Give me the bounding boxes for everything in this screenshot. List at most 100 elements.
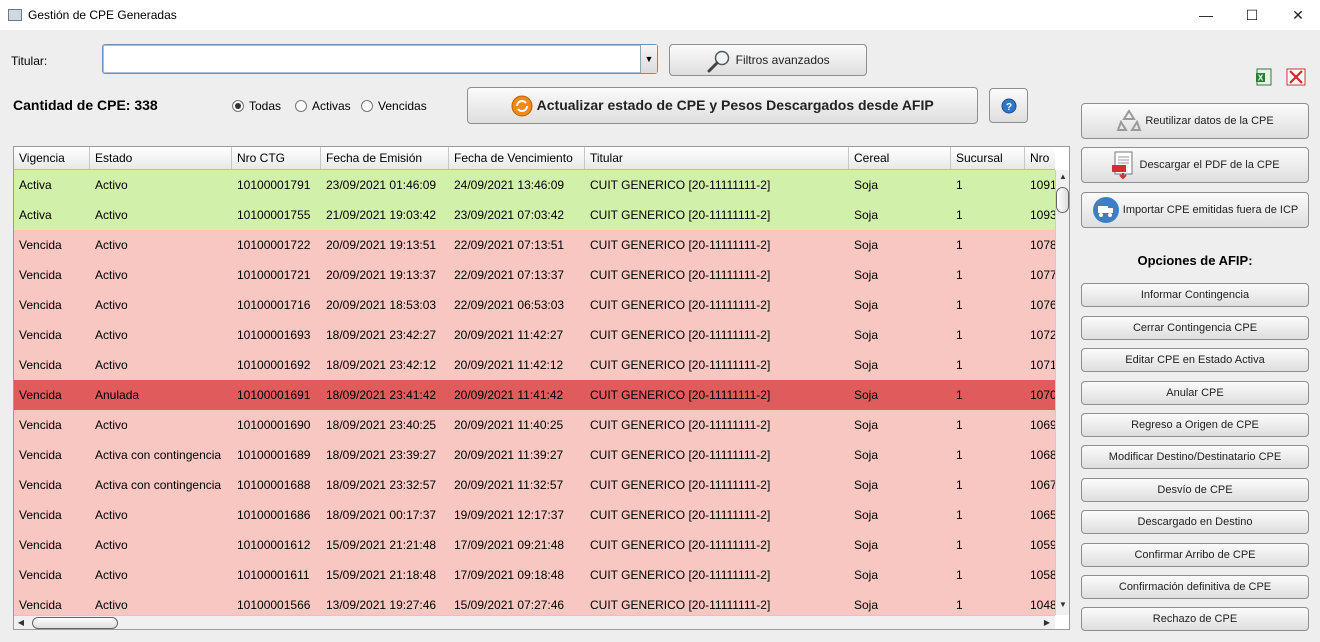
table-row[interactable]: Vencida Anulada 10100001691 18/09/2021 23:4… [14,380,1055,410]
table-cell: 1067 [1030,478,1055,492]
scroll-up-icon[interactable]: ▲ [1056,170,1069,184]
afip-option-button[interactable]: Desvío de CPE [1081,478,1309,502]
table-row[interactable]: Vencida Activo 10100001686 18/09/2021 00:17… [14,500,1055,530]
table-cell: CUIT GENERICO [20-11111111-2] [590,208,771,222]
table-cell: CUIT GENERICO [20-11111111-2] [590,478,771,492]
table-cell: Soja [854,388,879,402]
radio-dot[interactable] [295,100,307,112]
table-row[interactable]: Vencida Activo 10100001690 18/09/2021 23:40… [14,410,1055,440]
table-row[interactable]: Vencida Activo 10100001692 18/09/2021 23:42… [14,350,1055,380]
table-cell: Anulada [95,388,140,402]
table-cell: 18/09/2021 23:40:25 [326,418,437,432]
advanced-filters-button[interactable]: Filtros avanzados [669,44,867,76]
afip-option-button[interactable]: Confirmación definitiva de CPE [1081,575,1309,599]
minimize-button[interactable]: — [1183,0,1229,30]
table-cell: Activo [95,358,128,372]
table-cell: 1093 [1030,208,1055,222]
table-row[interactable]: Vencida Activo 10100001693 18/09/2021 23:42… [14,320,1055,350]
table-cell: Vencida [19,268,62,282]
table-cell: 1078 [1030,238,1055,252]
table-cell: 1072 [1030,328,1055,342]
table-cell: Activo [95,298,128,312]
table-cell: 1 [956,388,963,402]
table-cell: 22/09/2021 06:53:03 [454,298,565,312]
afip-option-button[interactable]: Regreso a Origen de CPE [1081,413,1309,437]
afip-option-button[interactable]: Modificar Destino/Destinatario CPE [1081,445,1309,469]
close-icon[interactable] [1286,68,1306,86]
column-header[interactable]: Cereal [849,147,951,169]
table-cell: 20/09/2021 11:41:42 [454,388,564,402]
titular-combobox[interactable]: ▼ [102,44,658,74]
maximize-button[interactable]: ☐ [1229,0,1275,30]
table-row[interactable]: Vencida Activo 10100001612 15/09/2021 21:21… [14,530,1055,560]
table-cell: Soja [854,448,879,462]
vertical-scrollbar[interactable]: ▲ ▼ [1055,170,1069,615]
column-header[interactable]: Estado [90,147,232,169]
radio-activas[interactable]: Activas [295,99,351,113]
table-cell: 18/09/2021 23:41:42 [326,388,437,402]
table-cell: 15/09/2021 21:21:48 [326,538,437,552]
table-cell: 23/09/2021 01:46:09 [326,178,437,192]
table-cell: 10100001716 [237,298,311,312]
table-cell: Soja [854,298,879,312]
table-cell: 1069 [1030,418,1055,432]
download-pdf-button[interactable]: Descargar el PDF de la CPE [1081,147,1309,183]
cpe-table[interactable]: Vigencia Estado Nro CTG Fecha de Emisión… [13,146,1070,630]
column-header[interactable]: Fecha de Vencimiento [449,147,585,169]
table-cell: CUIT GENERICO [20-11111111-2] [590,358,771,372]
table-cell: 10100001690 [237,418,311,432]
import-cpe-button[interactable]: Importar CPE emitidas fuera de ICP [1081,192,1309,228]
afip-option-button[interactable]: Cerrar Contingencia CPE [1081,316,1309,340]
scroll-down-icon[interactable]: ▼ [1056,598,1069,612]
close-window-button[interactable]: ✕ [1275,0,1320,30]
update-afip-button[interactable]: Actualizar estado de CPE y Pesos Descarg… [467,87,978,124]
table-cell: 15/09/2021 21:18:48 [326,568,437,582]
table-cell: CUIT GENERICO [20-11111111-2] [590,238,771,252]
scroll-left-icon[interactable]: ◀ [14,616,28,629]
afip-option-button[interactable]: Informar Contingencia [1081,283,1309,307]
column-header[interactable]: Sucursal [951,147,1025,169]
scroll-right-icon[interactable]: ▶ [1040,616,1054,629]
table-cell: Activa con contingencia [95,448,222,462]
column-header[interactable]: Nro CTG [232,147,321,169]
afip-option-button[interactable]: Anular CPE [1081,381,1309,405]
table-row[interactable]: Activa Activo 10100001755 21/09/2021 19:03:… [14,200,1055,230]
radio-todas[interactable]: Todas [232,99,281,113]
horizontal-scrollbar[interactable]: ◀ ▶ [14,615,1055,629]
table-cell: 20/09/2021 11:39:27 [454,448,564,462]
scroll-thumb[interactable] [1056,187,1069,213]
radio-label: Activas [312,99,351,113]
afip-option-button[interactable]: Rechazo de CPE [1081,607,1309,631]
table-row[interactable]: Vencida Activo 10100001721 20/09/2021 19:13… [14,260,1055,290]
table-cell: CUIT GENERICO [20-11111111-2] [590,538,771,552]
table-cell: 20/09/2021 11:40:25 [454,418,564,432]
radio-dot[interactable] [361,100,373,112]
refresh-icon [511,95,533,117]
table-row[interactable]: Activa Activo 10100001791 23/09/2021 01:46:… [14,170,1055,200]
table-cell: 1 [956,418,963,432]
afip-option-button[interactable]: Editar CPE en Estado Activa [1081,348,1309,372]
table-row[interactable]: Vencida Activa con contingencia 1010000168… [14,470,1055,500]
help-button[interactable]: ? [989,88,1028,123]
table-cell: Activo [95,508,128,522]
column-header[interactable]: Fecha de Emisión [321,147,449,169]
table-cell: 23/09/2021 07:03:42 [454,208,565,222]
radio-vencidas[interactable]: Vencidas [361,99,427,113]
table-cell: Activo [95,238,128,252]
afip-option-button[interactable]: Descargado en Destino [1081,510,1309,534]
update-afip-label: Actualizar estado de CPE y Pesos Descarg… [536,97,934,113]
table-cell: 22/09/2021 07:13:51 [454,238,565,252]
column-header[interactable]: Nro [1025,147,1055,169]
radio-dot[interactable] [232,100,244,112]
table-row[interactable]: Vencida Activo 10100001716 20/09/2021 18:53… [14,290,1055,320]
excel-icon[interactable]: X [1255,68,1273,86]
table-row[interactable]: Vencida Activa con contingencia 1010000168… [14,440,1055,470]
chevron-down-icon[interactable]: ▼ [640,45,657,73]
column-header[interactable]: Vigencia [14,147,90,169]
scroll-thumb[interactable] [32,617,118,629]
reuse-cpe-button[interactable]: Reutilizar datos de la CPE [1081,103,1309,139]
table-row[interactable]: Vencida Activo 10100001611 15/09/2021 21:18… [14,560,1055,590]
column-header[interactable]: Titular [585,147,849,169]
table-row[interactable]: Vencida Activo 10100001722 20/09/2021 19:13… [14,230,1055,260]
afip-option-button[interactable]: Confirmar Arribo de CPE [1081,543,1309,567]
